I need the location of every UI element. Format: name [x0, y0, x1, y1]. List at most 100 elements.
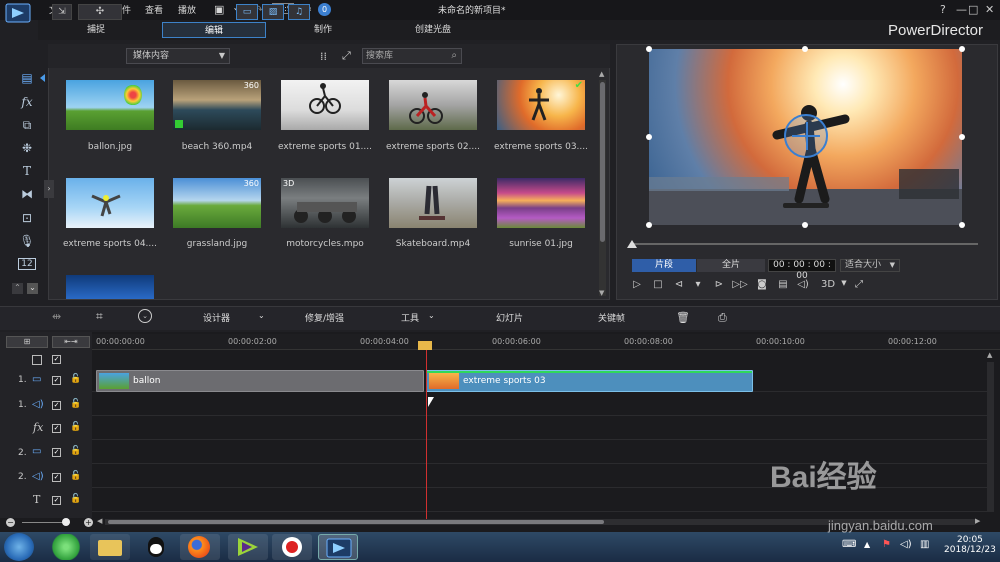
resize-handle[interactable] [646, 46, 652, 52]
trash-icon[interactable]: 🗑 [676, 311, 690, 324]
particle-room-icon[interactable]: ❉ [18, 141, 36, 157]
previous-frame-icon[interactable]: ⊲ [671, 279, 687, 293]
resize-handle[interactable] [959, 46, 965, 52]
minimize-button[interactable]: — [956, 3, 967, 16]
media-thumb-skateboard[interactable] [389, 178, 477, 228]
lock-icon[interactable]: 🔓 [70, 422, 81, 432]
tools-button[interactable]: 工具 [401, 311, 419, 324]
track-enable-checkbox[interactable]: ✓ [52, 376, 61, 385]
chevron-down-icon[interactable]: ⌄ [428, 311, 435, 320]
import-media-icon[interactable]: ⇲ [52, 4, 72, 20]
undock-icon[interactable]: ⤢ [851, 279, 867, 293]
plugins-icon[interactable]: ✣ [78, 4, 122, 20]
timeline-clip-extreme03[interactable]: extreme sports 03 [426, 370, 753, 392]
scroll-right-arrow-icon[interactable]: ▶ [975, 517, 980, 525]
media-thumb-extreme03[interactable]: ✔ [497, 80, 585, 130]
grid-view-icon[interactable]: ⁞⁞ [320, 50, 327, 63]
tray-expand-icon[interactable]: ▲ [864, 540, 870, 549]
media-thumb-motorcycles[interactable]: 3D [281, 178, 369, 228]
notification-icon[interactable]: 0 [318, 3, 331, 16]
zoom-slider-thumb[interactable] [62, 518, 70, 526]
more-options-icon[interactable]: ⌄ [138, 309, 152, 323]
track-manager-icon[interactable]: ⊞ [6, 336, 48, 348]
subtitle-room-icon[interactable]: 12 [18, 258, 36, 270]
lock-icon[interactable]: 🔓 [70, 374, 81, 384]
playhead-marker[interactable] [418, 341, 432, 350]
stop-icon[interactable]: □ [650, 279, 666, 293]
transition-room-icon[interactable]: ⧓ [18, 187, 36, 203]
mark-icon[interactable]: ▾ [690, 279, 706, 293]
scroll-up-icon[interactable]: ⌃ [12, 283, 23, 294]
preview-seekbar[interactable] [630, 243, 978, 245]
seek-marker-icon[interactable] [627, 240, 637, 248]
scroll-down-arrow-icon[interactable]: ▼ [599, 289, 604, 297]
powerdirector-taskbar-icon[interactable] [318, 534, 358, 560]
title-room-icon[interactable]: T [18, 164, 36, 180]
library-scroll-thumb[interactable] [600, 82, 605, 242]
close-button[interactable]: ✕ [985, 3, 994, 16]
maximize-button[interactable]: □ [968, 3, 978, 16]
media-content-dropdown[interactable]: 媒体内容 ▼ [126, 48, 230, 64]
fx-room-icon[interactable]: fx [18, 95, 36, 111]
tab-capture[interactable]: 捕捉 [66, 22, 126, 38]
timeline-clip-ballon[interactable]: ballon [96, 370, 424, 392]
resize-handle[interactable] [646, 222, 652, 228]
zoom-in-icon[interactable]: + [84, 518, 93, 527]
scroll-up-arrow-icon[interactable]: ▲ [987, 351, 992, 359]
timecode-display[interactable]: 00 : 00 : 00 : 00 [768, 259, 836, 281]
split-icon[interactable]: ⇹ [52, 310, 61, 323]
track-enable-checkbox[interactable]: ✓ [52, 473, 61, 482]
start-button[interactable] [4, 533, 34, 561]
move-object-handle-icon[interactable] [784, 114, 828, 158]
pip-room-icon[interactable]: ⧉ [18, 118, 36, 134]
resize-handle[interactable] [802, 46, 808, 52]
resize-handle[interactable] [646, 134, 652, 140]
scroll-left-arrow-icon[interactable]: ◀ [97, 517, 102, 525]
chapter-room-icon[interactable]: ⊡ [18, 211, 36, 227]
clip-mode-button[interactable]: 片段 [632, 259, 696, 272]
fast-forward-icon[interactable]: ▷▷ [732, 279, 748, 293]
media-thumb-extreme01[interactable] [281, 80, 369, 130]
tab-create-disc[interactable]: 创建光盘 [400, 22, 466, 38]
powerdirector-launcher-icon[interactable] [228, 534, 268, 560]
browser-app-icon[interactable] [46, 534, 86, 560]
lock-icon[interactable]: 🔓 [70, 494, 81, 504]
firefox-app-icon[interactable] [180, 534, 220, 560]
zoom-fit-dropdown[interactable]: 适合大小 ▼ [840, 259, 900, 272]
tab-edit[interactable]: 编辑 [162, 22, 266, 38]
chevron-down-icon[interactable]: ▼ [836, 279, 852, 293]
help-button[interactable]: ? [940, 3, 946, 16]
media-thumb-extreme04[interactable] [66, 178, 154, 228]
file-explorer-icon[interactable] [90, 534, 130, 560]
media-thumb-beach360[interactable]: 360 [173, 80, 261, 130]
expand-panel-icon[interactable]: › [44, 180, 54, 198]
timeline-vertical-scrollbar[interactable] [987, 362, 994, 512]
scroll-down-icon[interactable]: ⌄ [27, 283, 38, 294]
lock-icon[interactable]: 🔓 [70, 471, 81, 481]
volume-icon[interactable]: ◁) [795, 279, 811, 293]
menu-view[interactable]: 查看 [145, 3, 163, 16]
fit-timeline-icon[interactable]: ⇤⇥ [52, 336, 90, 348]
resize-handle[interactable] [959, 134, 965, 140]
filter-audio-icon[interactable]: ♫ [288, 4, 310, 20]
library-search-input[interactable]: 搜索库 ⌕ [362, 48, 462, 64]
network-icon[interactable]: ▥ [920, 539, 929, 550]
timeline-scroll-thumb[interactable] [108, 520, 604, 524]
lock-icon[interactable]: 🔓 [70, 399, 81, 409]
track-enable-checkbox[interactable]: ✓ [52, 448, 61, 457]
next-frame-icon[interactable]: ⊳ [711, 279, 727, 293]
export-icon[interactable]: ⎙ [718, 311, 727, 325]
qq-app-icon[interactable] [136, 534, 176, 560]
media-thumb-ballon[interactable] [66, 80, 154, 130]
zoom-out-icon[interactable]: − [6, 518, 15, 527]
recorder-app-icon[interactable] [272, 534, 312, 560]
keyboard-icon[interactable]: ⌨ [842, 539, 856, 550]
chevron-down-icon[interactable]: ⌄ [258, 311, 265, 320]
media-room-icon[interactable]: ▤ [18, 71, 36, 87]
media-thumb-partial[interactable] [66, 275, 154, 299]
snapshot-icon[interactable]: ◙ [754, 279, 770, 293]
resize-handle[interactable] [959, 222, 965, 228]
filter-image-icon[interactable]: ▨ [262, 4, 284, 20]
media-thumb-sunrise[interactable] [497, 178, 585, 228]
crop-icon[interactable]: ⌗ [96, 309, 103, 324]
